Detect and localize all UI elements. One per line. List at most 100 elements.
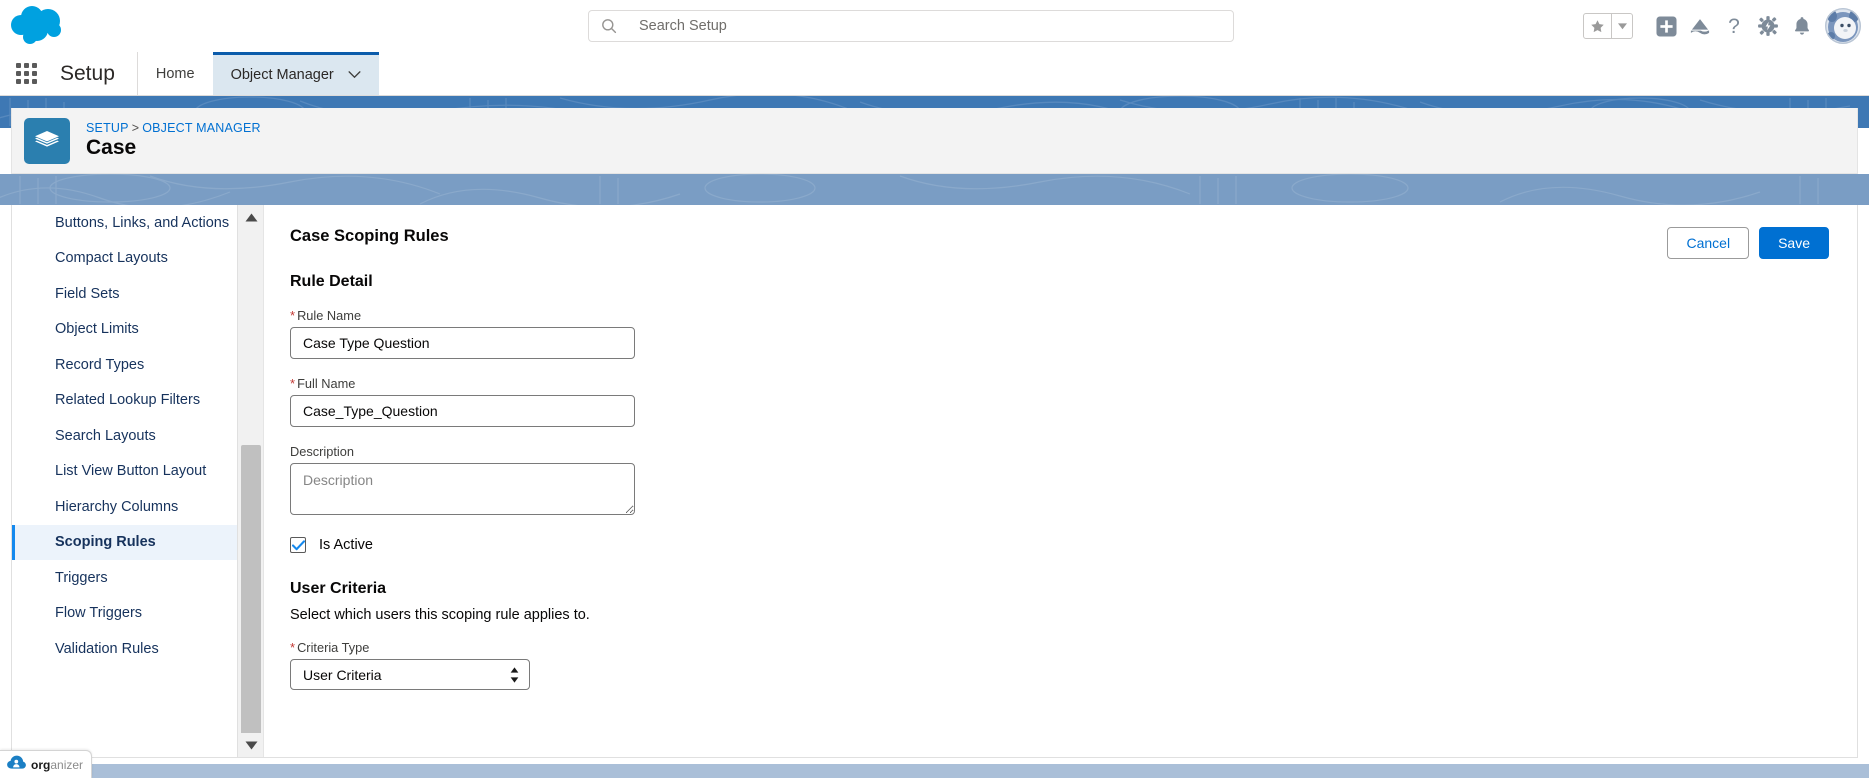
decorative-bottom-band bbox=[0, 764, 1869, 778]
rule-name-field-group: * Rule Name bbox=[290, 308, 1857, 359]
criteria-type-select-wrapper[interactable] bbox=[290, 659, 530, 690]
full-name-label-text: Full Name bbox=[297, 376, 356, 391]
setup-gear-icon[interactable] bbox=[1751, 9, 1785, 43]
svg-text:?: ? bbox=[1728, 15, 1740, 37]
save-button[interactable]: Save bbox=[1759, 227, 1829, 259]
scrollbar-thumb[interactable] bbox=[241, 445, 261, 735]
sidebar-item-label: Hierarchy Columns bbox=[55, 498, 179, 515]
sidebar-scrollbar[interactable] bbox=[237, 205, 263, 757]
sidebar-item-buttons-links-and-actions[interactable]: Buttons, Links, and Actions bbox=[12, 205, 263, 241]
favorites-dropdown-caret-icon[interactable] bbox=[1611, 14, 1632, 38]
criteria-type-label: * Criteria Type bbox=[290, 640, 1857, 655]
organizer-extension-badge[interactable]: organizer bbox=[0, 750, 92, 778]
rule-detail-heading: Rule Detail bbox=[290, 273, 373, 290]
breadcrumb: SETUP > OBJECT MANAGER bbox=[86, 121, 261, 135]
page-title: Case bbox=[86, 136, 137, 159]
tab-home-label: Home bbox=[155, 65, 195, 82]
scroll-down-arrow-icon[interactable] bbox=[238, 733, 263, 757]
organizer-label: organizer bbox=[31, 758, 83, 772]
sidebar-item-flow-triggers[interactable]: Flow Triggers bbox=[12, 596, 263, 632]
user-criteria-description: Select which users this scoping rule app… bbox=[290, 607, 590, 623]
favorites-group[interactable] bbox=[1583, 13, 1633, 39]
rule-name-label-text: Rule Name bbox=[297, 308, 362, 323]
sidebar-item-hierarchy-columns[interactable]: Hierarchy Columns bbox=[12, 489, 263, 525]
user-avatar[interactable] bbox=[1823, 6, 1863, 46]
salesforce-cloud-logo[interactable] bbox=[8, 3, 70, 48]
search-box[interactable] bbox=[588, 10, 1234, 42]
nav-tabs: Home Object Manager bbox=[138, 52, 379, 95]
notifications-bell-icon[interactable] bbox=[1785, 9, 1819, 43]
content-area: Buttons, Links, and Actions Compact Layo… bbox=[11, 205, 1858, 758]
description-label: Description bbox=[290, 444, 1857, 459]
search-setup-container[interactable] bbox=[588, 10, 1234, 42]
full-name-input[interactable] bbox=[290, 395, 635, 427]
sidebar-item-triggers[interactable]: Triggers bbox=[12, 560, 263, 596]
is-active-row: Is Active bbox=[290, 537, 1857, 553]
sidebar-item-label: Field Sets bbox=[55, 285, 120, 302]
form-action-buttons: Cancel Save bbox=[1667, 227, 1829, 259]
search-icon bbox=[601, 18, 617, 34]
description-field-group: Description bbox=[290, 444, 1857, 520]
global-actions-plus-icon[interactable] bbox=[1649, 9, 1683, 43]
required-asterisk: * bbox=[290, 376, 296, 391]
sidebar-item-label: Flow Triggers bbox=[55, 605, 143, 622]
favorites-star-icon[interactable] bbox=[1584, 14, 1611, 38]
record-header: SETUP > OBJECT MANAGER Case bbox=[11, 108, 1858, 174]
object-sidebar-nav: Buttons, Links, and Actions Compact Layo… bbox=[12, 205, 264, 757]
global-header: ? bbox=[0, 0, 1869, 52]
rule-name-input[interactable] bbox=[290, 327, 635, 359]
is-active-checkbox[interactable] bbox=[290, 537, 306, 553]
sidebar-item-label: Search Layouts bbox=[55, 427, 156, 444]
sidebar-item-label: List View Button Layout bbox=[55, 463, 207, 480]
cancel-button[interactable]: Cancel bbox=[1667, 227, 1750, 259]
scoping-rule-form: Case Scoping Rules Cancel Save Rule Deta… bbox=[264, 205, 1857, 757]
sidebar-item-field-sets[interactable]: Field Sets bbox=[12, 276, 263, 312]
full-name-field-group: * Full Name bbox=[290, 376, 1857, 427]
sidebar-item-list-view-button-layout[interactable]: List View Button Layout bbox=[12, 454, 263, 490]
organizer-cloud-icon bbox=[7, 755, 26, 775]
breadcrumb-object-manager-link[interactable]: OBJECT MANAGER bbox=[142, 121, 261, 135]
sidebar-item-object-limits[interactable]: Object Limits bbox=[12, 312, 263, 348]
tab-object-manager-label: Object Manager bbox=[230, 67, 334, 83]
chevron-down-icon[interactable] bbox=[348, 71, 361, 79]
description-textarea[interactable] bbox=[290, 463, 635, 515]
search-input[interactable] bbox=[639, 18, 1221, 34]
sidebar-item-search-layouts[interactable]: Search Layouts bbox=[12, 418, 263, 454]
sidebar-item-label: Related Lookup Filters bbox=[55, 392, 201, 409]
help-question-icon[interactable]: ? bbox=[1717, 9, 1751, 43]
sidebar-item-label: Compact Layouts bbox=[55, 250, 168, 267]
criteria-type-select[interactable] bbox=[290, 659, 530, 690]
sidebar-item-list: Buttons, Links, and Actions Compact Layo… bbox=[12, 205, 263, 667]
form-title: Case Scoping Rules bbox=[290, 227, 449, 245]
breadcrumb-setup-link[interactable]: SETUP bbox=[86, 121, 129, 135]
sidebar-item-compact-layouts[interactable]: Compact Layouts bbox=[12, 241, 263, 277]
sidebar-item-record-types[interactable]: Record Types bbox=[12, 347, 263, 383]
sidebar-item-label: Validation Rules bbox=[55, 640, 159, 657]
header-icon-group: ? bbox=[1583, 0, 1865, 52]
trailhead-icon[interactable] bbox=[1683, 9, 1717, 43]
decorative-blue-band-lower bbox=[0, 174, 1869, 205]
sidebar-item-label: Record Types bbox=[55, 356, 145, 373]
organizer-label-bold: org bbox=[31, 757, 51, 772]
tab-home[interactable]: Home bbox=[138, 52, 213, 95]
breadcrumb-separator: > bbox=[131, 121, 140, 135]
scroll-up-arrow-icon[interactable] bbox=[238, 205, 263, 229]
sidebar-item-related-lookup-filters[interactable]: Related Lookup Filters bbox=[12, 383, 263, 419]
sidebar-item-validation-rules[interactable]: Validation Rules bbox=[12, 631, 263, 667]
app-launcher-waffle-icon[interactable] bbox=[0, 52, 52, 95]
sidebar-item-label: Scoping Rules bbox=[55, 534, 156, 551]
is-active-label: Is Active bbox=[319, 537, 373, 553]
criteria-type-field-group: * Criteria Type bbox=[290, 640, 1857, 690]
required-asterisk: * bbox=[290, 308, 296, 323]
setup-nav-bar: Setup Home Object Manager bbox=[0, 52, 1869, 96]
tab-object-manager[interactable]: Object Manager bbox=[212, 52, 379, 95]
standard-object-layers-icon bbox=[24, 117, 70, 164]
description-label-text: Description bbox=[290, 444, 355, 459]
user-criteria-heading: User Criteria bbox=[290, 580, 387, 597]
check-icon bbox=[291, 539, 305, 550]
organizer-label-light: anizer bbox=[50, 757, 84, 772]
rule-name-label: * Rule Name bbox=[290, 308, 1857, 323]
sidebar-item-label: Triggers bbox=[55, 569, 108, 586]
sidebar-item-label: Object Limits bbox=[55, 321, 139, 338]
sidebar-item-scoping-rules[interactable]: Scoping Rules bbox=[12, 524, 263, 560]
